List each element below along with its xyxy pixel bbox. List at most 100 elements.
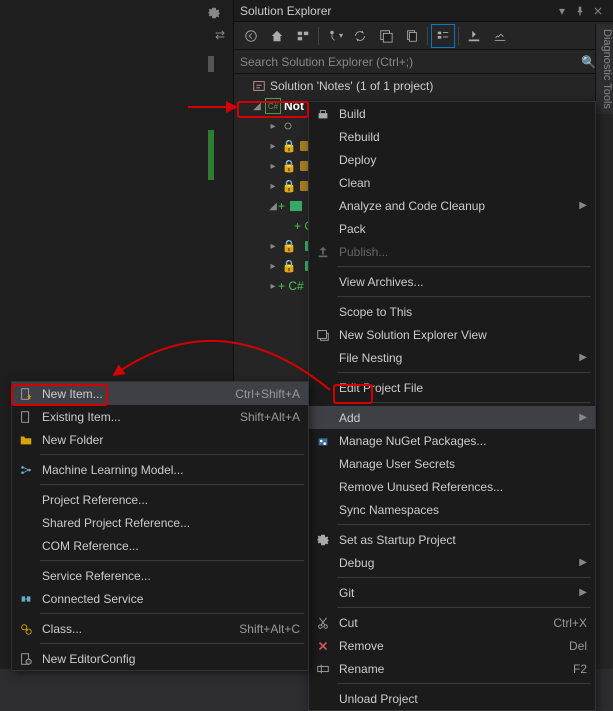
sync-button[interactable] bbox=[348, 24, 372, 48]
pending-changes-filter-button[interactable]: ▾ bbox=[322, 24, 346, 48]
sub_menu-item[interactable]: Shared Project Reference... bbox=[12, 511, 308, 534]
menu-label: Rebuild bbox=[339, 130, 587, 144]
main_menu-item[interactable]: New Solution Explorer View bbox=[309, 323, 595, 346]
panel-close-button[interactable] bbox=[589, 2, 607, 20]
main_menu-item[interactable]: Pack bbox=[309, 217, 595, 240]
editor-settings-icon[interactable] bbox=[207, 6, 221, 20]
existing-item-icon bbox=[16, 408, 36, 426]
editor-collapse-icon[interactable]: ⇄ bbox=[215, 28, 225, 42]
blank-icon bbox=[16, 491, 36, 509]
main_menu-item[interactable]: Build bbox=[309, 102, 595, 125]
panel-dropdown-button[interactable]: ▾ bbox=[553, 2, 571, 20]
panel-pin-button[interactable] bbox=[571, 2, 589, 20]
main_menu-item[interactable]: Deploy bbox=[309, 148, 595, 171]
sub_menu-item[interactable]: Existing Item...Shift+Alt+A bbox=[12, 405, 308, 428]
menu-label: Analyze and Code Cleanup bbox=[339, 199, 569, 213]
class-icon bbox=[16, 620, 36, 638]
main_menu-item[interactable]: CutCtrl+X bbox=[309, 611, 595, 634]
main_menu-item[interactable]: Clean bbox=[309, 171, 595, 194]
new-view-icon bbox=[313, 326, 333, 344]
main_menu-item[interactable]: Rebuild bbox=[309, 125, 595, 148]
menu-label: View Archives... bbox=[339, 275, 587, 289]
main_menu-item[interactable]: View Archives... bbox=[309, 270, 595, 293]
add-submenu: New Item...Ctrl+Shift+AExisting Item...S… bbox=[11, 381, 309, 671]
switch-views-button[interactable] bbox=[291, 24, 315, 48]
publish-icon bbox=[313, 243, 333, 261]
added-marker: + C# bbox=[278, 279, 304, 293]
track-active-item-button[interactable] bbox=[431, 24, 455, 48]
sub_menu-item[interactable]: New Item... Ctrl+Shift+A bbox=[12, 382, 308, 405]
menu-shortcut: Del bbox=[569, 639, 587, 653]
show-all-files-button[interactable] bbox=[400, 24, 424, 48]
nav-back-button[interactable] bbox=[239, 24, 263, 48]
blank-icon bbox=[313, 478, 333, 496]
panel-title: Solution Explorer bbox=[240, 4, 553, 18]
lock-icon: 🔒 bbox=[281, 238, 297, 254]
main_menu-item[interactable]: Sync Namespaces bbox=[309, 498, 595, 521]
menu-label: Add bbox=[339, 411, 569, 425]
menu-label: New Item... bbox=[42, 387, 215, 401]
menu-label: New EditorConfig bbox=[42, 652, 300, 666]
home-button[interactable] bbox=[265, 24, 289, 48]
blank-icon bbox=[313, 151, 333, 169]
menu-shortcut: Ctrl+Shift+A bbox=[235, 387, 300, 401]
collapse-all-button[interactable] bbox=[374, 24, 398, 48]
blank-icon bbox=[16, 514, 36, 532]
minimap-marker bbox=[208, 56, 214, 72]
menu-label: Scope to This bbox=[339, 305, 587, 319]
sub_menu-item[interactable]: Service Reference... bbox=[12, 564, 308, 587]
main_menu-item[interactable]: Edit Project File bbox=[309, 376, 595, 399]
sub_menu-item[interactable]: Class...Shift+Alt+C bbox=[12, 617, 308, 640]
sub_menu-item[interactable]: COM Reference... bbox=[12, 534, 308, 557]
project-label: Not bbox=[284, 99, 304, 113]
main_menu-item[interactable]: Manage User Secrets bbox=[309, 452, 595, 475]
solution-icon bbox=[251, 78, 267, 94]
menu-label: Remove bbox=[339, 639, 549, 653]
search-box[interactable]: Search Solution Explorer (Ctrl+;) 🔍 ▾ bbox=[234, 50, 613, 74]
blank-icon bbox=[313, 128, 333, 146]
remove-icon bbox=[313, 637, 333, 655]
menu-shortcut: Shift+Alt+C bbox=[239, 622, 300, 636]
sub_menu-item[interactable]: New Folder bbox=[12, 428, 308, 451]
blank-icon bbox=[313, 379, 333, 397]
menu-label: Pack bbox=[339, 222, 587, 236]
main_menu-item[interactable]: Debug ▶ bbox=[309, 551, 595, 574]
solution-node[interactable]: Solution 'Notes' (1 of 1 project) bbox=[234, 76, 613, 96]
main_menu-item[interactable]: Remove Del bbox=[309, 634, 595, 657]
properties-button[interactable] bbox=[462, 24, 486, 48]
blank-icon bbox=[313, 303, 333, 321]
sub_menu-item[interactable]: New EditorConfig bbox=[12, 647, 308, 670]
menu-label: Clean bbox=[339, 176, 587, 190]
menu-label: New Solution Explorer View bbox=[339, 328, 587, 342]
menu-label: Debug bbox=[339, 556, 569, 570]
submenu-arrow-icon: ▶ bbox=[579, 557, 587, 568]
menu-label: Existing Item... bbox=[42, 410, 220, 424]
main_menu-item[interactable]: File Nesting▶ bbox=[309, 346, 595, 369]
blank-icon bbox=[313, 501, 333, 519]
preview-button[interactable] bbox=[488, 24, 512, 48]
main_menu-item[interactable]: Manage NuGet Packages... bbox=[309, 429, 595, 452]
sub_menu-item[interactable]: Project Reference... bbox=[12, 488, 308, 511]
main_menu-item[interactable]: Unload Project bbox=[309, 687, 595, 710]
main_menu-item[interactable]: Scope to This bbox=[309, 300, 595, 323]
solution-label: Solution 'Notes' (1 of 1 project) bbox=[270, 79, 433, 93]
sub_menu-item[interactable]: Machine Learning Model... bbox=[12, 458, 308, 481]
menu-label: Unload Project bbox=[339, 692, 587, 706]
expand-icon[interactable]: ◢ bbox=[252, 101, 262, 112]
main_menu-item[interactable]: Set as Startup Project bbox=[309, 528, 595, 551]
solution-toolbar: ▾ bbox=[234, 22, 613, 50]
build-icon bbox=[313, 105, 333, 123]
main_menu-item[interactable]: Analyze and Code Cleanup▶ bbox=[309, 194, 595, 217]
main_menu-item[interactable]: Add ▶ bbox=[309, 406, 595, 429]
blank-icon bbox=[313, 554, 333, 572]
main_menu-item[interactable]: Git▶ bbox=[309, 581, 595, 604]
menu-label: Service Reference... bbox=[42, 569, 300, 583]
diagnostic-tools-tab[interactable]: Diagnostic Tools bbox=[595, 24, 613, 114]
menu-label: Publish... bbox=[339, 245, 587, 259]
sub_menu-item[interactable]: Connected Service bbox=[12, 587, 308, 610]
menu-label: Git bbox=[339, 586, 569, 600]
main_menu-item[interactable]: Remove Unused References... bbox=[309, 475, 595, 498]
minimap-change-marker bbox=[208, 130, 214, 180]
menu-label: Cut bbox=[339, 616, 533, 630]
submenu-arrow-icon: ▶ bbox=[579, 412, 587, 423]
